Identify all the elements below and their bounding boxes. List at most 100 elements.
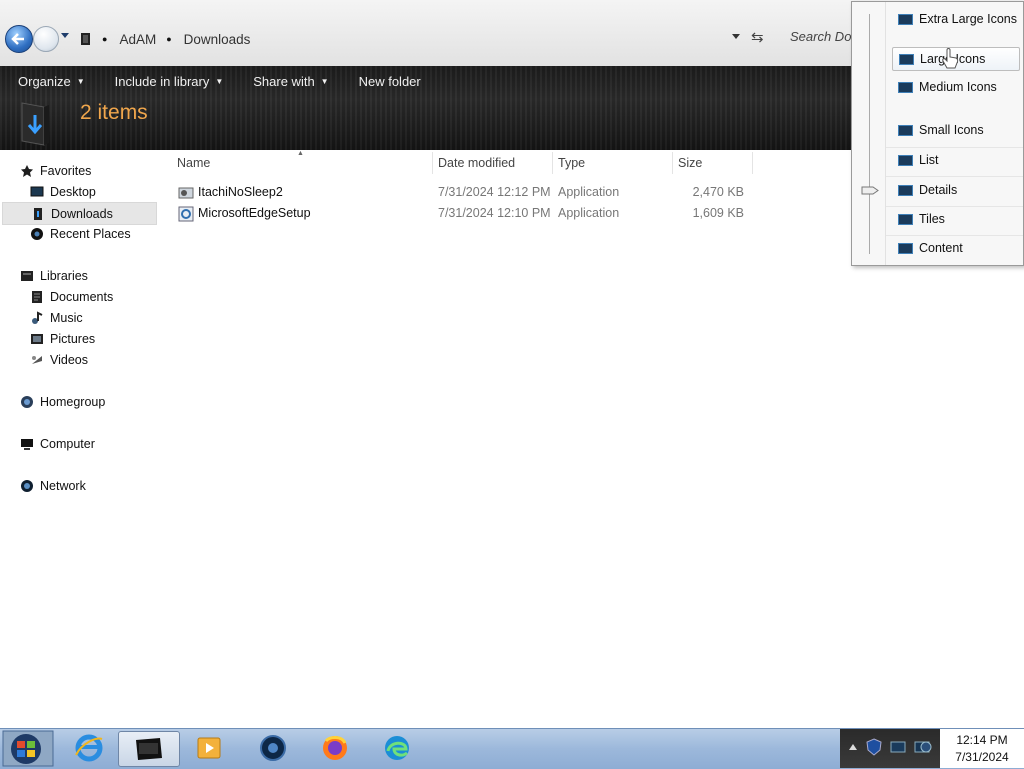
star-icon xyxy=(21,164,33,177)
edge-icon xyxy=(385,736,409,760)
start-button[interactable] xyxy=(2,729,54,768)
file-row[interactable]: ItachiNoSleep2 7/31/2024 12:12 PM Applic… xyxy=(178,183,753,203)
clock-date: 7/31/2024 xyxy=(955,750,1009,764)
column-type[interactable]: Type xyxy=(558,156,585,170)
column-divider[interactable] xyxy=(552,152,553,174)
organize-button[interactable]: Organize ▼ xyxy=(18,74,85,89)
view-tiles-label: Tiles xyxy=(919,212,945,226)
refresh-icon[interactable]: ⇆ xyxy=(751,28,764,46)
clock-time: 12:14 PM xyxy=(956,733,1008,747)
view-list-label: List xyxy=(919,153,939,167)
view-details[interactable]: Details xyxy=(892,179,1018,201)
nav-videos[interactable]: Videos xyxy=(30,349,88,370)
folder-icon xyxy=(81,33,90,45)
breadcrumb-user[interactable]: AdAM xyxy=(119,32,156,47)
nav-recent-places[interactable]: Recent Places xyxy=(30,223,131,244)
share-with-button[interactable]: Share with ▼ xyxy=(253,74,328,89)
nav-recent-places-label: Recent Places xyxy=(50,226,131,241)
view-option-icon xyxy=(898,184,913,196)
nav-homegroup[interactable]: Homegroup xyxy=(20,391,105,412)
view-slider-track[interactable] xyxy=(869,14,870,254)
taskbar-file-explorer[interactable] xyxy=(118,731,180,767)
file-date: 7/31/2024 12:10 PM xyxy=(438,206,551,220)
show-hidden-icons-icon[interactable] xyxy=(848,738,858,758)
include-in-library-button[interactable]: Include in library ▼ xyxy=(115,74,224,89)
column-divider[interactable] xyxy=(672,152,673,174)
view-content-label: Content xyxy=(919,241,963,255)
view-slider-thumb[interactable] xyxy=(861,186,879,195)
nav-computer[interactable]: Computer xyxy=(20,433,95,454)
nav-network[interactable]: Network xyxy=(20,475,86,496)
breadcrumb: ● AdAM ● Downloads xyxy=(80,30,250,48)
file-type: Application xyxy=(558,185,620,199)
windows-media-center-icon xyxy=(260,735,286,761)
view-small-icons[interactable]: Small Icons xyxy=(892,119,1018,141)
file-row[interactable]: MicrosoftEdgeSetup 7/31/2024 12:10 PM Ap… xyxy=(178,204,753,224)
videos-icon xyxy=(32,355,42,364)
nav-downloads-label: Downloads xyxy=(51,206,113,221)
column-date-modified[interactable]: Date modified xyxy=(438,156,515,170)
view-option-icon xyxy=(898,124,913,136)
taskbar-edge[interactable] xyxy=(376,731,418,765)
column-divider[interactable] xyxy=(432,152,433,174)
homegroup-icon xyxy=(21,395,33,408)
taskbar-media-center[interactable] xyxy=(252,731,294,765)
nav-documents[interactable]: Documents xyxy=(30,286,113,307)
action-center-icon[interactable] xyxy=(890,740,906,754)
volume-icon[interactable] xyxy=(918,740,934,754)
recent-pages-dropdown-icon[interactable] xyxy=(60,32,70,40)
nav-downloads[interactable]: Downloads xyxy=(2,202,157,225)
nav-pictures[interactable]: Pictures xyxy=(30,328,95,349)
nav-desktop-label: Desktop xyxy=(50,184,96,199)
setup-icon xyxy=(178,206,194,222)
taskbar-media-player[interactable] xyxy=(188,731,230,765)
menu-separator xyxy=(886,235,1023,236)
taskbar-firefox[interactable] xyxy=(314,731,356,765)
libraries-icon xyxy=(21,270,33,281)
nav-music[interactable]: Music xyxy=(30,307,83,328)
firefox-icon xyxy=(323,736,347,760)
new-folder-button[interactable]: New folder xyxy=(359,74,421,89)
view-option-icon xyxy=(898,154,913,166)
system-clock[interactable]: 12:14 PM 7/31/2024 xyxy=(940,729,1024,768)
pictures-icon xyxy=(31,333,43,344)
breadcrumb-downloads[interactable]: Downloads xyxy=(184,32,251,47)
breadcrumb-separator[interactable]: ● xyxy=(102,34,107,44)
address-dropdown-icon[interactable] xyxy=(731,34,741,40)
taskbar-internet-explorer[interactable] xyxy=(68,731,110,765)
organize-label: Organize xyxy=(18,73,71,89)
view-option-icon xyxy=(899,53,914,65)
forward-button[interactable] xyxy=(33,26,59,52)
view-option-icon xyxy=(898,242,913,254)
nav-documents-label: Documents xyxy=(50,289,114,304)
view-extra-large-icons[interactable]: Extra Large Icons xyxy=(892,8,1018,30)
view-extra-large-icons-label: Extra Large Icons xyxy=(919,12,1017,26)
view-tiles[interactable]: Tiles xyxy=(892,208,1018,230)
breadcrumb-separator[interactable]: ● xyxy=(166,34,171,44)
file-type: Application xyxy=(558,206,620,220)
back-button[interactable] xyxy=(5,25,33,53)
chevron-down-icon: ▼ xyxy=(76,76,85,86)
security-shield-icon[interactable] xyxy=(866,738,882,756)
view-content[interactable]: Content xyxy=(892,237,1018,259)
view-menu: Extra Large Icons Large Icons Medium Ico… xyxy=(851,1,1024,266)
column-divider[interactable] xyxy=(752,152,753,174)
nav-favorites[interactable]: Favorites xyxy=(20,160,91,181)
nav-pictures-label: Pictures xyxy=(50,331,96,346)
menu-separator xyxy=(886,206,1023,207)
command-bar: Organize ▼ Include in library ▼ Share with… xyxy=(0,66,850,96)
column-size[interactable]: Size xyxy=(678,156,702,170)
music-icon xyxy=(32,310,43,324)
view-details-label: Details xyxy=(919,183,958,197)
view-list[interactable]: List xyxy=(892,149,1018,171)
hand-cursor-icon xyxy=(942,48,959,69)
internet-explorer-icon xyxy=(75,734,103,762)
menu-separator xyxy=(886,147,1023,148)
nav-desktop[interactable]: Desktop xyxy=(30,181,96,202)
nav-libraries-label: Libraries xyxy=(40,268,88,283)
network-icon xyxy=(21,479,33,492)
view-medium-icons[interactable]: Medium Icons xyxy=(892,76,1018,98)
nav-libraries[interactable]: Libraries xyxy=(20,265,88,286)
column-name[interactable]: Name xyxy=(177,156,210,170)
nav-computer-label: Computer xyxy=(40,436,95,451)
